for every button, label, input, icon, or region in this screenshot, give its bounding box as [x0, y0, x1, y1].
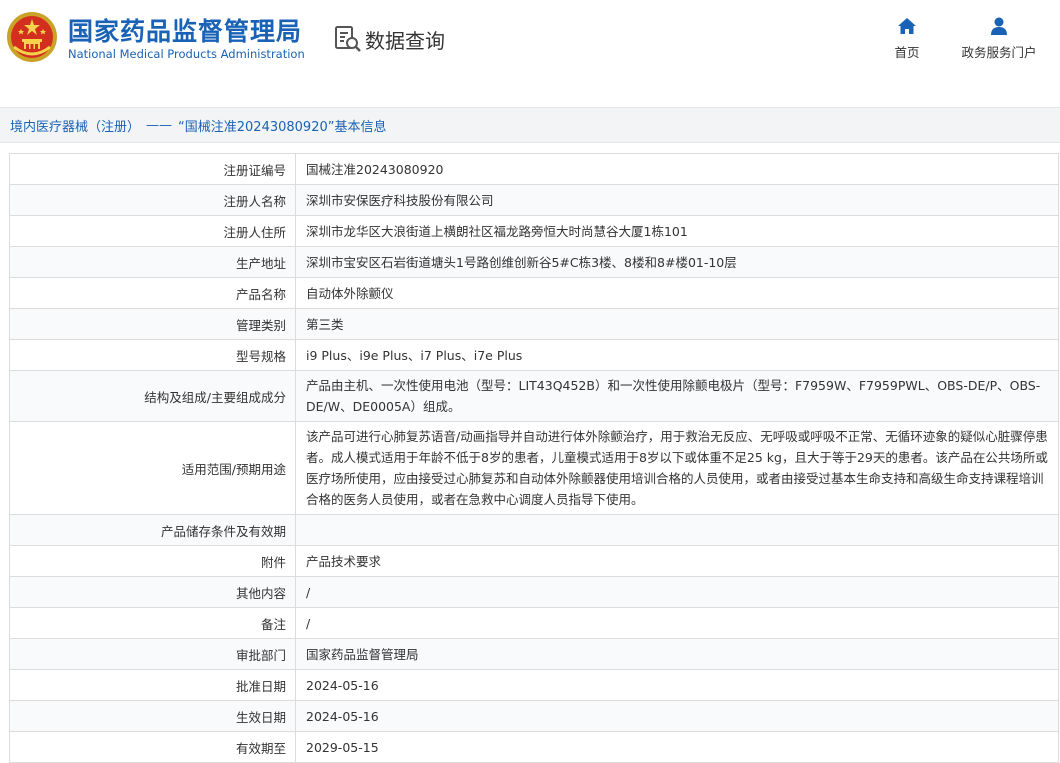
- field-value: 深圳市龙华区大浪街道上横朗社区福龙路旁恒大时尚慧谷大厦1栋101: [295, 215, 1059, 247]
- site-title-english: National Medical Products Administration: [68, 47, 305, 61]
- field-value: 产品由主机、一次性使用电池（型号：LIT43Q452B）和一次性使用除颤电极片（…: [295, 370, 1059, 422]
- field-label: 有效期至: [9, 731, 296, 763]
- table-row: 型号规格 i9 Plus、i9e Plus、i7 Plus、i7e Plus: [9, 339, 1059, 371]
- field-value: 2024-05-16: [295, 669, 1059, 701]
- field-label: 生产地址: [9, 246, 296, 278]
- table-row: 管理类别 第三类: [9, 308, 1059, 340]
- field-value: 深圳市宝安区石岩街道塘头1号路创维创新谷5#C栋3楼、8楼和8#楼01-10层: [295, 246, 1059, 278]
- field-value: i9 Plus、i9e Plus、i7 Plus、i7e Plus: [295, 339, 1059, 371]
- field-label: 审批部门: [9, 638, 296, 670]
- field-label: 管理类别: [9, 308, 296, 340]
- field-value: 深圳市安保医疗科技股份有限公司: [295, 184, 1059, 216]
- table-row: 产品储存条件及有效期: [9, 514, 1059, 546]
- nav-service-portal[interactable]: 政务服务门户: [956, 16, 1042, 61]
- table-row: 注册人住所 深圳市龙华区大浪街道上横朗社区福龙路旁恒大时尚慧谷大厦1栋101: [9, 215, 1059, 247]
- field-label: 注册证编号: [9, 153, 296, 185]
- table-row: 适用范围/预期用途 该产品可进行心肺复苏语音/动画指导并自动进行体外除颤治疗，用…: [9, 421, 1059, 515]
- field-value: [295, 514, 1059, 546]
- field-label: 其他内容: [9, 576, 296, 608]
- table-row: 批准日期 2024-05-16: [9, 669, 1059, 701]
- nav-home-label: 首页: [894, 45, 920, 60]
- data-query-label: 数据查询: [365, 28, 445, 53]
- field-value: 2029-05-15: [295, 731, 1059, 763]
- field-label: 批准日期: [9, 669, 296, 701]
- field-label: 备注: [9, 607, 296, 639]
- field-label: 注册人住所: [9, 215, 296, 247]
- field-value: 产品技术要求: [295, 545, 1059, 577]
- field-value: 国家药品监督管理局: [295, 638, 1059, 670]
- nav-service-label: 政务服务门户: [961, 45, 1037, 60]
- field-value: 该产品可进行心肺复苏语音/动画指导并自动进行体外除颤治疗，用于救治无反应、无呼吸…: [295, 421, 1059, 515]
- registration-detail-table: 注册证编号 国械注准20243080920 注册人名称 深圳市安保医疗科技股份有…: [9, 153, 1059, 763]
- table-row: 注册人名称 深圳市安保医疗科技股份有限公司: [9, 184, 1059, 216]
- site-title: 国家药品监督管理局: [68, 17, 303, 46]
- breadcrumb-separator: ——: [146, 117, 173, 133]
- table-row: 有效期至 2029-05-15: [9, 731, 1059, 763]
- data-query-title: 数据查询: [333, 24, 445, 54]
- nav-home[interactable]: 首页: [890, 16, 924, 61]
- table-row: 其他内容 /: [9, 576, 1059, 608]
- table-row: 审批部门 国家药品监督管理局: [9, 638, 1059, 670]
- table-row: 备注 /: [9, 607, 1059, 639]
- table-row: 生产地址 深圳市宝安区石岩街道塘头1号路创维创新谷5#C栋3楼、8楼和8#楼01…: [9, 246, 1059, 278]
- field-value: /: [295, 576, 1059, 608]
- site-header: 国家药品监督管理局 National Medical Products Admi…: [0, 0, 1060, 82]
- field-label: 生效日期: [9, 700, 296, 732]
- field-label: 产品储存条件及有效期: [9, 514, 296, 546]
- breadcrumb: 境内医疗器械（注册） —— “国械注准20243080920”基本信息: [0, 107, 1060, 143]
- field-label: 型号规格: [9, 339, 296, 371]
- table-row: 附件 产品技术要求: [9, 545, 1059, 577]
- field-value: 国械注准20243080920: [295, 153, 1059, 185]
- field-label: 产品名称: [9, 277, 296, 309]
- table-row: 结构及组成/主要组成成分 产品由主机、一次性使用电池（型号：LIT43Q452B…: [9, 370, 1059, 422]
- breadcrumb-section-link[interactable]: 境内医疗器械（注册）: [10, 116, 140, 135]
- table-row: 注册证编号 国械注准20243080920: [9, 153, 1059, 185]
- field-value: 第三类: [295, 308, 1059, 340]
- field-label: 适用范围/预期用途: [9, 421, 296, 515]
- home-icon: [898, 18, 916, 34]
- field-label: 注册人名称: [9, 184, 296, 216]
- field-value: /: [295, 607, 1059, 639]
- field-label: 结构及组成/主要组成成分: [9, 370, 296, 422]
- document-search-icon: [335, 26, 361, 52]
- field-value: 2024-05-16: [295, 700, 1059, 732]
- national-emblem-icon: [7, 12, 57, 62]
- table-row: 生效日期 2024-05-16: [9, 700, 1059, 732]
- field-value: 自动体外除颤仪: [295, 277, 1059, 309]
- breadcrumb-current: “国械注准20243080920”基本信息: [178, 119, 387, 135]
- field-label: 附件: [9, 545, 296, 577]
- user-icon: [991, 17, 1007, 35]
- table-row: 产品名称 自动体外除颤仪: [9, 277, 1059, 309]
